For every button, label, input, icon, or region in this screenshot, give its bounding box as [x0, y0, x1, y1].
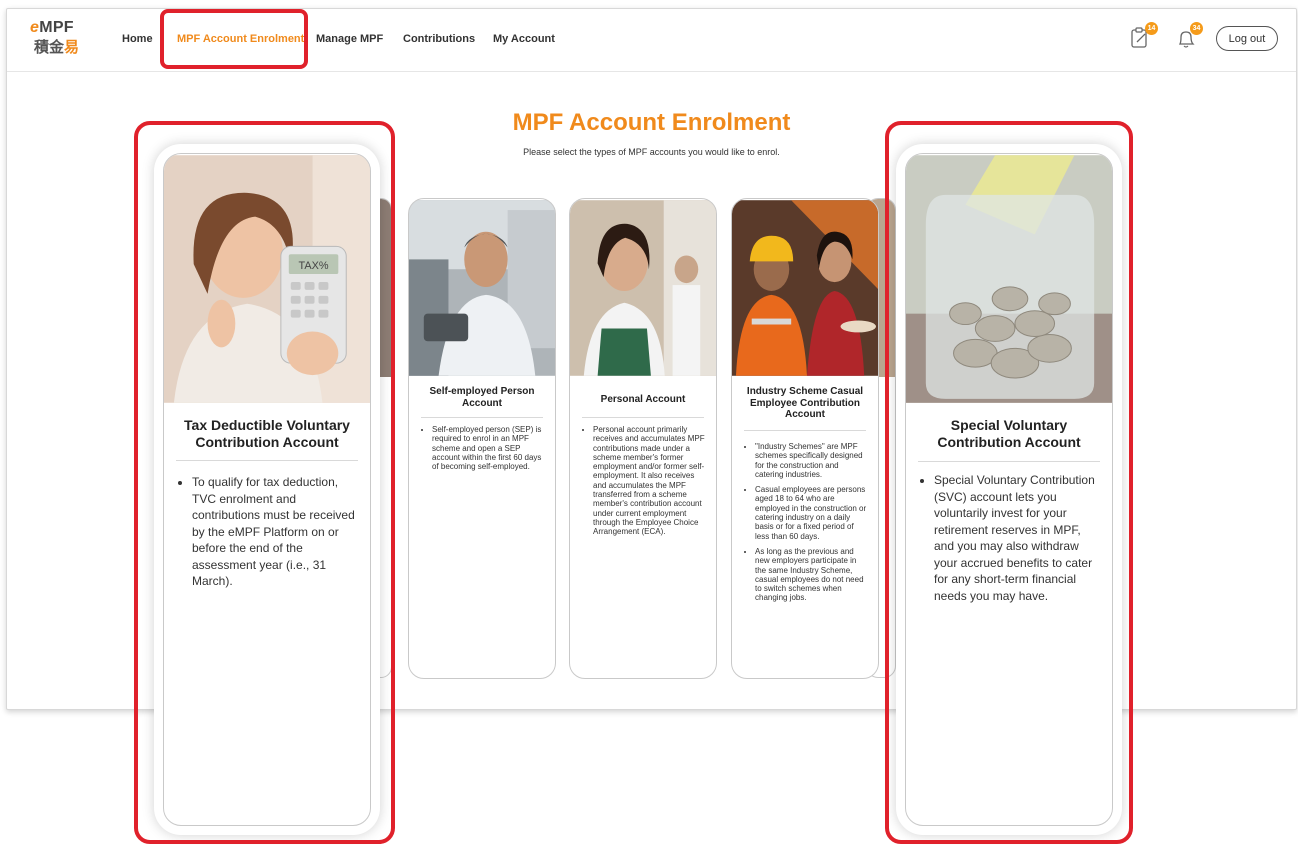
card-title: Industry Scheme Casual Employee Contribu…	[746, 386, 864, 420]
industry-scheme-photo	[732, 200, 878, 376]
nav-my-account[interactable]: My Account	[493, 33, 555, 45]
card-bullets: "Industry Schemes" are MPF schemes speci…	[742, 442, 869, 609]
logout-button[interactable]: Log out	[1216, 26, 1278, 51]
card-bullets: Self-employed person (SEP) is required t…	[419, 425, 546, 477]
tvc-highlight-box	[134, 121, 395, 844]
card-divider	[744, 430, 866, 431]
card-bullet: As long as the previous and new employer…	[755, 547, 869, 603]
card-bullets: Personal account primarily receives and …	[580, 425, 707, 543]
card-bullet: Casual employees are persons aged 18 to …	[755, 485, 869, 541]
bell-icon[interactable]: 34	[1173, 22, 1203, 51]
nav-highlight-box	[160, 9, 308, 69]
nav-home[interactable]: Home	[122, 33, 153, 45]
nav-manage-mpf[interactable]: Manage MPF	[316, 33, 383, 45]
logo-chinese-b: 易	[64, 38, 80, 56]
card-bullet: "Industry Schemes" are MPF schemes speci…	[755, 442, 869, 479]
card-title: Self-employed Person Account	[429, 386, 535, 409]
logo-chinese-a: 積金	[34, 38, 65, 56]
card-self-employed-person-account[interactable]: Self-employed Person Account Self-employ…	[408, 198, 556, 679]
card-divider	[421, 417, 543, 418]
logo-e: e	[30, 19, 40, 36]
card-title: Personal Account	[600, 394, 686, 405]
notification-badge: 34	[1190, 22, 1203, 35]
empf-logo[interactable]: eMPF 積金易	[30, 19, 90, 63]
self-employed-photo	[409, 200, 555, 376]
svc-highlight-box	[885, 121, 1133, 844]
personal-account-photo	[570, 200, 716, 376]
tasks-icon[interactable]: 14	[1128, 22, 1158, 51]
card-divider	[582, 417, 704, 418]
nav-contributions[interactable]: Contributions	[403, 33, 475, 45]
card-industry-scheme-casual-employee-account[interactable]: Industry Scheme Casual Employee Contribu…	[731, 198, 879, 679]
tasks-badge: 14	[1145, 22, 1158, 35]
card-bullet: Self-employed person (SEP) is required t…	[432, 425, 546, 471]
card-personal-account[interactable]: Personal Account Personal account primar…	[569, 198, 717, 679]
logo-mpf: MPF	[39, 19, 74, 36]
card-bullet: Personal account primarily receives and …	[593, 425, 707, 537]
